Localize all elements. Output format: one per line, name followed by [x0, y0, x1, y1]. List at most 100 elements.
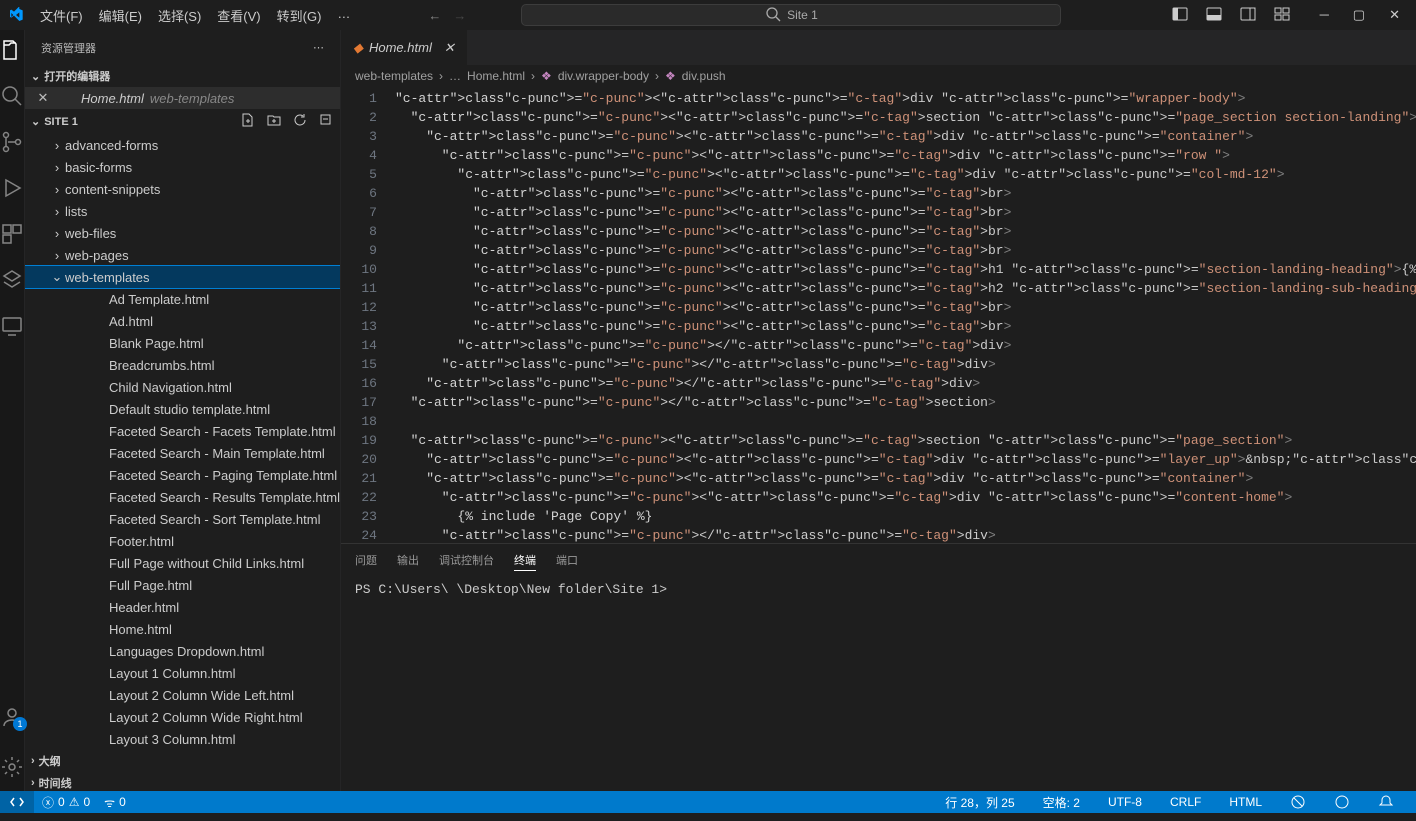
minimize-icon[interactable]: ─ [1320, 7, 1329, 23]
breadcrumb-item[interactable]: web-templates [355, 69, 433, 83]
panel-tab-problems[interactable]: 问题 [355, 550, 377, 570]
chevron-right-icon: › [49, 248, 65, 263]
tree-folder[interactable]: ›web-files [25, 222, 340, 244]
search-activity-icon[interactable] [0, 84, 24, 108]
tree-file[interactable]: Layout 3 Column.html [25, 728, 340, 750]
code-editor[interactable]: "c-attr">class"c-punc">="c-punc"><"c-att… [395, 87, 1416, 543]
breadcrumb-item[interactable]: div.wrapper-body [558, 69, 649, 83]
extensions-icon[interactable] [0, 222, 24, 246]
panel-tab-output[interactable]: 输出 [397, 550, 419, 570]
status-bell-icon[interactable] [1378, 794, 1394, 811]
settings-gear-icon[interactable] [0, 755, 24, 779]
tree-file[interactable]: Faceted Search - Results Template.html [25, 486, 340, 508]
tree-file[interactable]: Faceted Search - Sort Template.html [25, 508, 340, 530]
tree-folder[interactable]: ›content-snippets [25, 178, 340, 200]
tab-home-html[interactable]: ◆ Home.html ✕ [341, 30, 468, 65]
status-cursor[interactable]: 行 28，列 25 [945, 794, 1014, 811]
close-editor-icon[interactable]: ✕ [33, 90, 53, 106]
open-editors-section[interactable]: ⌄ 打开的编辑器 [25, 65, 340, 87]
status-language[interactable]: HTML [1229, 794, 1262, 811]
menu-select[interactable]: 选择(S) [150, 2, 209, 29]
folder-label: content-snippets [65, 182, 160, 197]
outline-section[interactable]: › 大纲 [25, 750, 340, 772]
status-encoding[interactable]: UTF-8 [1108, 794, 1142, 811]
breadcrumb-item[interactable]: Home.html [467, 69, 525, 83]
refresh-icon[interactable] [292, 112, 308, 131]
panel-tab-debug[interactable]: 调试控制台 [439, 550, 494, 570]
menu-goto[interactable]: 转到(G) [269, 2, 330, 29]
run-debug-icon[interactable] [0, 176, 24, 200]
menu-view[interactable]: 查看(V) [209, 2, 268, 29]
tree-file[interactable]: Layout 2 Column Wide Left.html [25, 684, 340, 706]
file-label: Breadcrumbs.html [109, 358, 214, 373]
maximize-icon[interactable]: ▢ [1353, 7, 1365, 23]
source-control-icon[interactable] [0, 130, 24, 154]
command-center[interactable]: Site 1 [521, 4, 1061, 26]
tree-file[interactable]: Home.html [25, 618, 340, 640]
tree-folder[interactable]: ›advanced-forms [25, 134, 340, 156]
new-file-icon[interactable] [240, 112, 256, 131]
tree-file[interactable]: Languages Dropdown.html [25, 640, 340, 662]
remote-indicator-icon[interactable] [0, 791, 34, 813]
layout-custom-icon[interactable] [1274, 6, 1290, 25]
forward-icon[interactable]: → [453, 8, 466, 23]
breadcrumb-item[interactable]: … [449, 69, 461, 83]
breadcrumbs[interactable]: web-templates› … Home.html› ❖ div.wrappe… [341, 65, 1416, 87]
terminal-content[interactable]: PS C:\Users\ \Desktop\New folder\Site 1> [341, 576, 1416, 791]
tree-file[interactable]: Full Page.html [25, 574, 340, 596]
tree-file[interactable]: Full Page without Child Links.html [25, 552, 340, 574]
status-ports[interactable]: ᯤ0 [104, 794, 126, 811]
chevron-right-icon: › [49, 204, 65, 219]
panel-tab-ports[interactable]: 端口 [556, 550, 578, 570]
new-folder-icon[interactable] [266, 112, 282, 131]
tab-close-icon[interactable]: ✕ [444, 40, 455, 56]
open-editor-item[interactable]: ✕ Home.html web-templates [25, 87, 340, 109]
powerpages-icon[interactable] [0, 268, 24, 292]
tree-file[interactable]: Child Navigation.html [25, 376, 340, 398]
tree-file[interactable]: Breadcrumbs.html [25, 354, 340, 376]
folder-root-section[interactable]: ⌄ SITE 1 [25, 109, 340, 134]
account-icon[interactable]: 1 [0, 705, 24, 729]
tree-folder[interactable]: ›lists [25, 200, 340, 222]
tree-file[interactable]: Header.html [25, 596, 340, 618]
tree-file[interactable]: Layout 2 Column Wide Right.html [25, 706, 340, 728]
breadcrumb-item[interactable]: div.push [682, 69, 726, 83]
tree-file[interactable]: Footer.html [25, 530, 340, 552]
explorer-tree: ⌄ 打开的编辑器 ✕ Home.html web-templates ⌄ SIT… [25, 65, 340, 791]
layout-panel-icon[interactable] [1206, 6, 1222, 25]
tree-folder[interactable]: ›basic-forms [25, 156, 340, 178]
tree-file[interactable]: Blank Page.html [25, 332, 340, 354]
vscode-logo-icon [8, 7, 24, 23]
editor-split: 123456789101112131415161718192021222324 … [341, 87, 1416, 543]
close-icon[interactable]: ✕ [1389, 7, 1400, 23]
timeline-section[interactable]: › 时间线 [25, 772, 340, 791]
folder-web-templates[interactable]: ⌄ web-templates [25, 266, 340, 288]
status-indent[interactable]: 空格: 2 [1043, 794, 1080, 811]
layout-secondary-icon[interactable] [1240, 6, 1256, 25]
file-label: Faceted Search - Results Template.html [109, 490, 340, 505]
status-problems[interactable]: ⓧ0 ⚠0 [42, 794, 90, 811]
open-editor-path: web-templates [150, 91, 235, 106]
tree-file[interactable]: Default studio template.html [25, 398, 340, 420]
panel-tab-terminal[interactable]: 终端 [514, 550, 536, 571]
tree-file[interactable]: Ad.html [25, 310, 340, 332]
file-label: Full Page.html [109, 578, 192, 593]
layout-primary-icon[interactable] [1172, 6, 1188, 25]
status-eol[interactable]: CRLF [1170, 794, 1201, 811]
tree-file[interactable]: Faceted Search - Main Template.html [25, 442, 340, 464]
tree-file[interactable]: Faceted Search - Paging Template.html [25, 464, 340, 486]
tree-file[interactable]: Layout 1 Column.html [25, 662, 340, 684]
menu-file[interactable]: 文件(F) [32, 2, 91, 29]
status-feedback-icon[interactable] [1334, 794, 1350, 811]
sidebar-more-icon[interactable]: ⋯ [313, 41, 324, 54]
back-icon[interactable]: ← [428, 8, 441, 23]
status-preview-icon[interactable] [1290, 794, 1306, 811]
menu-more[interactable]: … [329, 2, 358, 29]
tree-file[interactable]: Faceted Search - Facets Template.html [25, 420, 340, 442]
remote-explorer-icon[interactable] [0, 314, 24, 338]
collapse-all-icon[interactable] [318, 112, 334, 131]
tree-file[interactable]: Ad Template.html [25, 288, 340, 310]
tree-folder[interactable]: ›web-pages [25, 244, 340, 266]
menu-edit[interactable]: 编辑(E) [91, 2, 150, 29]
explorer-icon[interactable] [0, 38, 24, 62]
